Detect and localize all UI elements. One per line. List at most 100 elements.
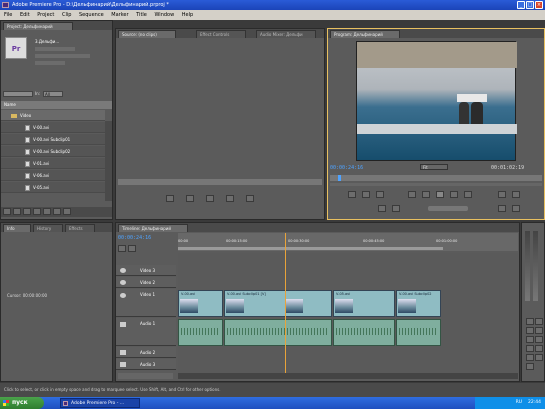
go-to-out-icon[interactable] [464, 191, 472, 198]
step-forward-icon[interactable] [450, 191, 458, 198]
tab-info[interactable]: Info [3, 224, 31, 232]
list-item[interactable]: V-00.avi Subclip01 [1, 134, 105, 145]
menu-edit[interactable]: Edit [20, 12, 30, 18]
minimize-button[interactable]: _ [517, 1, 525, 9]
program-time-ruler[interactable] [330, 175, 542, 181]
set-out-icon[interactable] [362, 191, 370, 198]
program-timecode-current[interactable]: 00:00:24:16 [330, 165, 363, 171]
search-in-dropdown[interactable]: All [43, 91, 63, 97]
insert-icon[interactable] [246, 195, 254, 202]
tab-timeline[interactable]: Timeline: Дельфинарий [118, 224, 188, 232]
rate-stretch-tool-icon[interactable] [526, 336, 534, 343]
timeline-playhead[interactable] [285, 233, 286, 373]
menu-marker[interactable]: Marker [111, 12, 128, 18]
tab-source[interactable]: Source: (no clips) [118, 30, 176, 38]
lift-icon[interactable] [498, 191, 506, 198]
eye-icon[interactable] [120, 280, 126, 285]
trim-icon[interactable] [498, 205, 506, 212]
output-icon[interactable] [512, 205, 520, 212]
start-button[interactable]: пуск [0, 397, 44, 409]
tab-program[interactable]: Program: Дельфинарий [330, 30, 400, 38]
new-bin-icon[interactable] [43, 208, 51, 215]
program-video-frame[interactable] [356, 41, 517, 161]
bin-row[interactable]: Video [1, 110, 105, 121]
audio-clip[interactable] [178, 319, 223, 346]
tab-effect-controls[interactable]: Effect Controls [196, 30, 246, 38]
rolling-edit-tool-icon[interactable] [535, 327, 543, 334]
menu-project[interactable]: Project [37, 12, 54, 18]
search-input[interactable] [3, 91, 33, 97]
taskbar-item-premiere[interactable]: Adobe Premiere Pro - ... [60, 398, 140, 408]
eye-icon[interactable] [120, 268, 126, 273]
set-in-icon[interactable] [348, 191, 356, 198]
program-zoom-bar[interactable] [330, 183, 542, 186]
speaker-icon[interactable] [120, 362, 126, 367]
timeline-ruler[interactable]: 00:00 00:00:15:00 00:00:30:00 00:00:45:0… [178, 233, 518, 251]
loop-icon[interactable] [378, 205, 386, 212]
tab-effects[interactable]: Effects [65, 224, 95, 232]
automate-icon[interactable] [23, 208, 31, 215]
menu-clip[interactable]: Clip [62, 12, 71, 18]
video-clip[interactable]: V-00.avi [178, 290, 223, 317]
menu-file[interactable]: File [4, 12, 12, 18]
list-item[interactable]: V-06.avi [1, 170, 105, 181]
find-icon[interactable] [33, 208, 41, 215]
slide-tool-icon[interactable] [535, 345, 543, 352]
safe-margins-icon[interactable] [392, 205, 400, 212]
video-clip[interactable]: V-05.avi [333, 290, 395, 317]
zoom-slider[interactable] [118, 373, 173, 379]
set-in-icon[interactable] [166, 195, 174, 202]
tab-project[interactable]: Project: Дельфинарий [3, 22, 73, 30]
timeline-scrollbar[interactable] [178, 373, 518, 379]
video-clip[interactable]: V-00.avi Subclip01 [V] [224, 290, 332, 317]
track-select-tool-icon[interactable] [535, 318, 543, 325]
zoom-tool-icon[interactable] [526, 363, 534, 370]
play-icon[interactable] [436, 191, 444, 198]
list-view-icon[interactable] [3, 208, 11, 215]
menu-window[interactable]: Window [154, 12, 174, 18]
step-forward-icon[interactable] [226, 195, 234, 202]
list-item[interactable]: V-01.avi [1, 158, 105, 169]
timeline-timecode[interactable]: 00:00:24:16 [118, 235, 151, 241]
work-area-bar[interactable] [178, 247, 443, 250]
set-marker-icon[interactable] [128, 245, 136, 252]
speaker-icon[interactable] [120, 322, 126, 327]
tab-history[interactable]: History [33, 224, 63, 232]
razor-tool-icon[interactable] [535, 336, 543, 343]
step-back-icon[interactable] [186, 195, 194, 202]
selection-tool-icon[interactable] [526, 318, 534, 325]
menu-help[interactable]: Help [182, 12, 193, 18]
audio-clip[interactable] [333, 319, 395, 346]
icon-view-icon[interactable] [13, 208, 21, 215]
list-item[interactable]: V-05.avi [1, 182, 105, 193]
language-indicator[interactable]: RU [516, 400, 522, 405]
video-clip[interactable]: V-00.avi Subclip02 [396, 290, 441, 317]
new-item-icon[interactable] [53, 208, 61, 215]
close-button[interactable]: × [535, 1, 543, 9]
go-to-in-icon[interactable] [408, 191, 416, 198]
audio-clip[interactable] [396, 319, 441, 346]
set-marker-icon[interactable] [376, 191, 384, 198]
play-icon[interactable] [206, 195, 214, 202]
jog-shuttle[interactable] [428, 206, 468, 211]
maximize-button[interactable]: □ [526, 1, 534, 9]
zoom-dropdown[interactable]: Fit [420, 164, 448, 170]
eye-icon[interactable] [120, 293, 126, 298]
hand-tool-icon[interactable] [535, 354, 543, 361]
trash-icon[interactable] [63, 208, 71, 215]
slip-tool-icon[interactable] [526, 345, 534, 352]
project-scrollbar[interactable] [105, 121, 112, 201]
audio-clip[interactable] [224, 319, 332, 346]
list-item[interactable]: V-00.avi Subclip02 [1, 146, 105, 157]
timeline-tracks-area[interactable]: V-00.avi V-00.avi Subclip01 [V] V-05.avi… [178, 233, 518, 373]
snap-icon[interactable] [118, 245, 126, 252]
list-item[interactable]: V-00.avi [1, 122, 105, 133]
speaker-icon[interactable] [120, 350, 126, 355]
ripple-edit-tool-icon[interactable] [526, 327, 534, 334]
pen-tool-icon[interactable] [526, 354, 534, 361]
tab-audio-mixer[interactable]: Audio Mixer: Дельфи [256, 30, 316, 38]
step-back-icon[interactable] [422, 191, 430, 198]
column-header-name[interactable]: Name [1, 101, 112, 109]
menu-title[interactable]: Title [136, 12, 147, 18]
menu-sequence[interactable]: Sequence [79, 12, 104, 18]
